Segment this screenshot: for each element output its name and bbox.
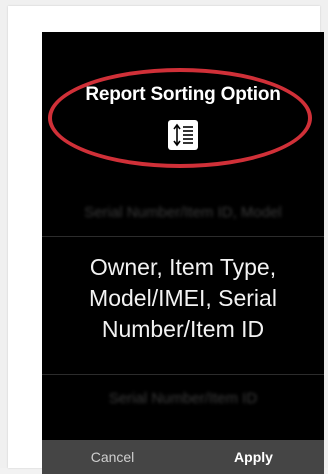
picker-option-below[interactable]: Serial Number/Item ID (42, 390, 324, 407)
screen-area: Report Sorting Option Serial Number/Item… (8, 6, 324, 474)
picker-option-above[interactable]: Serial Number/Item ID, Model (42, 204, 324, 221)
sort-option-dialog: Report Sorting Option Serial Number/Item… (42, 32, 324, 474)
highlight-annotation (48, 68, 312, 168)
picker-selected-option[interactable]: Owner, Item Type, Model/IMEI, Serial Num… (42, 252, 324, 345)
selection-divider-top (42, 236, 324, 237)
sort-option-picker[interactable]: Serial Number/Item ID, Model Owner, Item… (42, 178, 324, 440)
dialog-header: Report Sorting Option (42, 32, 324, 178)
selection-divider-bottom (42, 374, 324, 375)
selected-option-line-3: Number/Item ID (101, 316, 265, 342)
selected-option-line-2: Model/IMEI, Serial (89, 285, 277, 311)
dialog-footer: Cancel Apply (42, 440, 324, 474)
screenshot-frame: Report Sorting Option Serial Number/Item… (0, 0, 328, 474)
selected-option-line-1: Owner, Item Type, (89, 254, 277, 280)
cancel-button[interactable]: Cancel (42, 440, 183, 474)
apply-button[interactable]: Apply (183, 440, 324, 474)
